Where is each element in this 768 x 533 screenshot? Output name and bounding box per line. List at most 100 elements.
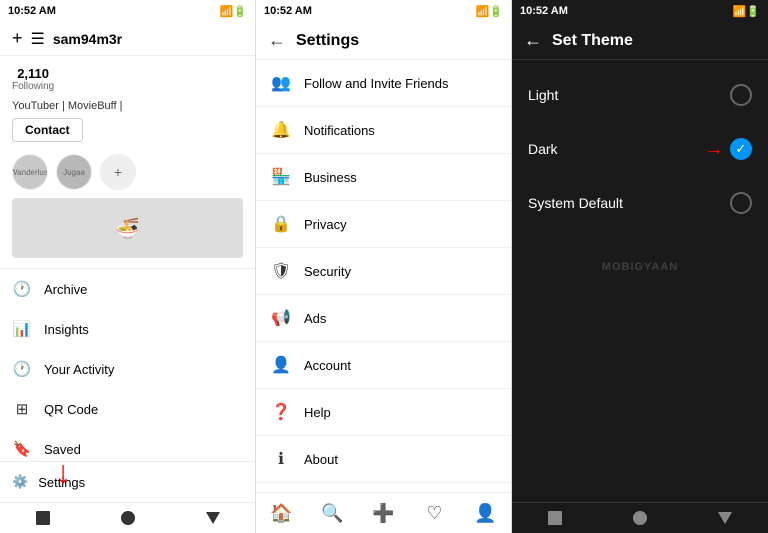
story-bubble-add[interactable]: +	[100, 154, 136, 190]
menu-label-insights: Insights	[44, 322, 89, 337]
settings-label-notifications: Notifications	[304, 123, 375, 138]
profile-stats: 2,110 Following	[12, 66, 243, 92]
bio-text: YouTuber | MovieBuff |	[12, 100, 243, 112]
stat-following-number: 2,110	[12, 66, 54, 81]
radio-system[interactable]	[730, 192, 752, 214]
ads-icon: 📢	[270, 307, 292, 329]
story-bubble-2[interactable]: Jugaa	[56, 154, 92, 190]
nav-shape-circle-3[interactable]	[633, 511, 647, 525]
status-icons-1: 📶🔋	[220, 5, 247, 18]
stat-following-label: Following	[12, 81, 54, 92]
settings-label-security: Security	[304, 264, 351, 279]
menu-item-saved[interactable]: 🔖 Saved	[0, 429, 255, 461]
theme-option-light[interactable]: Light	[512, 68, 768, 122]
settings-label-privacy: Privacy	[304, 217, 347, 232]
theme-label-light: Light	[528, 87, 558, 103]
nav-shape-triangle-3[interactable]	[718, 512, 732, 524]
story-bubble-1[interactable]: Wanderlust	[12, 154, 48, 190]
settings-label-business: Business	[304, 170, 357, 185]
theme-option-dark[interactable]: Dark → ✓	[512, 122, 768, 176]
time-1: 10:52 AM	[8, 5, 56, 17]
settings-row-business[interactable]: 🏪 Business	[256, 154, 511, 201]
settings-label-about: About	[304, 452, 338, 467]
settings-label-account: Account	[304, 358, 351, 373]
settings-icon: ⚙️	[12, 474, 28, 490]
menu-icon[interactable]: ☰	[31, 29, 45, 49]
settings-row-privacy[interactable]: 🔒 Privacy	[256, 201, 511, 248]
help-icon: ❓	[270, 401, 292, 423]
privacy-icon: 🔒	[270, 213, 292, 235]
bottom-nav-1	[0, 502, 255, 533]
security-icon: 🛡	[270, 260, 292, 282]
menu-item-qr[interactable]: ⊞ QR Code	[0, 389, 255, 429]
nav-home-2[interactable]: 🏠	[270, 501, 294, 525]
radio-light[interactable]	[730, 84, 752, 106]
qr-icon: ⊞	[12, 399, 32, 419]
status-bar-1: 10:52 AM 📶🔋	[0, 0, 255, 22]
notifications-icon: 🔔	[270, 119, 292, 141]
theme-options-list: Light Dark → ✓ System Default	[512, 60, 768, 502]
bottom-nav-3	[512, 502, 768, 533]
nav-add-2[interactable]: ➕	[372, 501, 396, 525]
panel-set-theme: 10:52 AM 📶🔋 ← Set Theme Light Dark → ✓ S…	[512, 0, 768, 533]
nav-search-2[interactable]: 🔍	[321, 501, 345, 525]
dark-arrow-indicator: →	[704, 138, 724, 161]
settings-row-about[interactable]: ℹ About	[256, 436, 511, 483]
nav-profile-2[interactable]: 👤	[474, 501, 498, 525]
food-icon: 🍜	[115, 216, 140, 241]
profile-area: 2,110 Following YouTuber | MovieBuff | C…	[0, 56, 255, 269]
settings-row-security[interactable]: 🛡 Security	[256, 248, 511, 295]
settings-label-follow: Follow and Invite Friends	[304, 76, 449, 91]
menu-label-qr: QR Code	[44, 402, 98, 417]
settings-section: ⚙️ Settings	[0, 461, 255, 502]
settings-menu-item[interactable]: ⚙️ Settings	[12, 470, 243, 494]
bottom-nav-2: 🏠 🔍 ➕ ♡ 👤	[256, 492, 511, 533]
time-3: 10:52 AM	[520, 5, 568, 17]
settings-row-ads[interactable]: 📢 Ads	[256, 295, 511, 342]
theme-title: Set Theme	[552, 32, 633, 50]
status-icons-3: 📶🔋	[733, 5, 760, 18]
menu-item-activity[interactable]: 🕐 Your Activity	[0, 349, 255, 389]
add-icon[interactable]: +	[12, 28, 23, 49]
stat-following: 2,110 Following	[12, 66, 54, 92]
nav-shape-triangle-1[interactable]	[206, 512, 220, 524]
settings-row-follow[interactable]: 👥 Follow and Invite Friends	[256, 60, 511, 107]
theme-header: ← Set Theme	[512, 22, 768, 60]
menu-item-archive[interactable]: 🕐 Archive	[0, 269, 255, 309]
radio-dark[interactable]: ✓	[730, 138, 752, 160]
contact-button[interactable]: Contact	[12, 118, 83, 142]
username: sam94m3r	[53, 31, 243, 47]
settings-row-account[interactable]: 👤 Account	[256, 342, 511, 389]
back-arrow-theme[interactable]: ←	[524, 30, 542, 51]
settings-label-help: Help	[304, 405, 331, 420]
settings-row-notifications[interactable]: 🔔 Notifications	[256, 107, 511, 154]
activity-icon: 🕐	[12, 359, 32, 379]
profile-header: + ☰ sam94m3r	[0, 22, 255, 56]
nav-shape-square-3[interactable]	[548, 511, 562, 525]
story-bubbles: Wanderlust Jugaa +	[12, 154, 243, 190]
theme-label-system: System Default	[528, 195, 623, 211]
settings-row-help[interactable]: ❓ Help	[256, 389, 511, 436]
side-menu: 🕐 Archive 📊 Insights 🕐 Your Activity ⊞ Q…	[0, 269, 255, 461]
settings-row-theme[interactable]: 🎨 Theme ←	[256, 483, 511, 492]
nav-shape-square-1[interactable]	[36, 511, 50, 525]
theme-option-system[interactable]: System Default	[512, 176, 768, 230]
settings-header: ← Settings	[256, 22, 511, 60]
story-label-2: Jugaa	[63, 168, 85, 177]
nav-heart-2[interactable]: ♡	[423, 501, 447, 525]
settings-arrow-indicator: ↓	[55, 454, 71, 491]
status-bar-2: 10:52 AM 📶🔋	[256, 0, 511, 22]
saved-icon: 🔖	[12, 439, 32, 459]
menu-item-insights[interactable]: 📊 Insights	[0, 309, 255, 349]
menu-label-archive: Archive	[44, 282, 87, 297]
panel-settings: 10:52 AM 📶🔋 ← Settings 👥 Follow and Invi…	[256, 0, 512, 533]
nav-shape-circle-1[interactable]	[121, 511, 135, 525]
back-arrow-settings[interactable]: ←	[268, 30, 286, 51]
settings-title: Settings	[296, 32, 359, 50]
follow-icon: 👥	[270, 72, 292, 94]
account-icon: 👤	[270, 354, 292, 376]
panel-profile-menu: 10:52 AM 📶🔋 + ☰ sam94m3r 2,110 Following…	[0, 0, 256, 533]
story-label-1: Wanderlust	[12, 168, 48, 177]
about-icon: ℹ	[270, 448, 292, 470]
settings-label-ads: Ads	[304, 311, 326, 326]
